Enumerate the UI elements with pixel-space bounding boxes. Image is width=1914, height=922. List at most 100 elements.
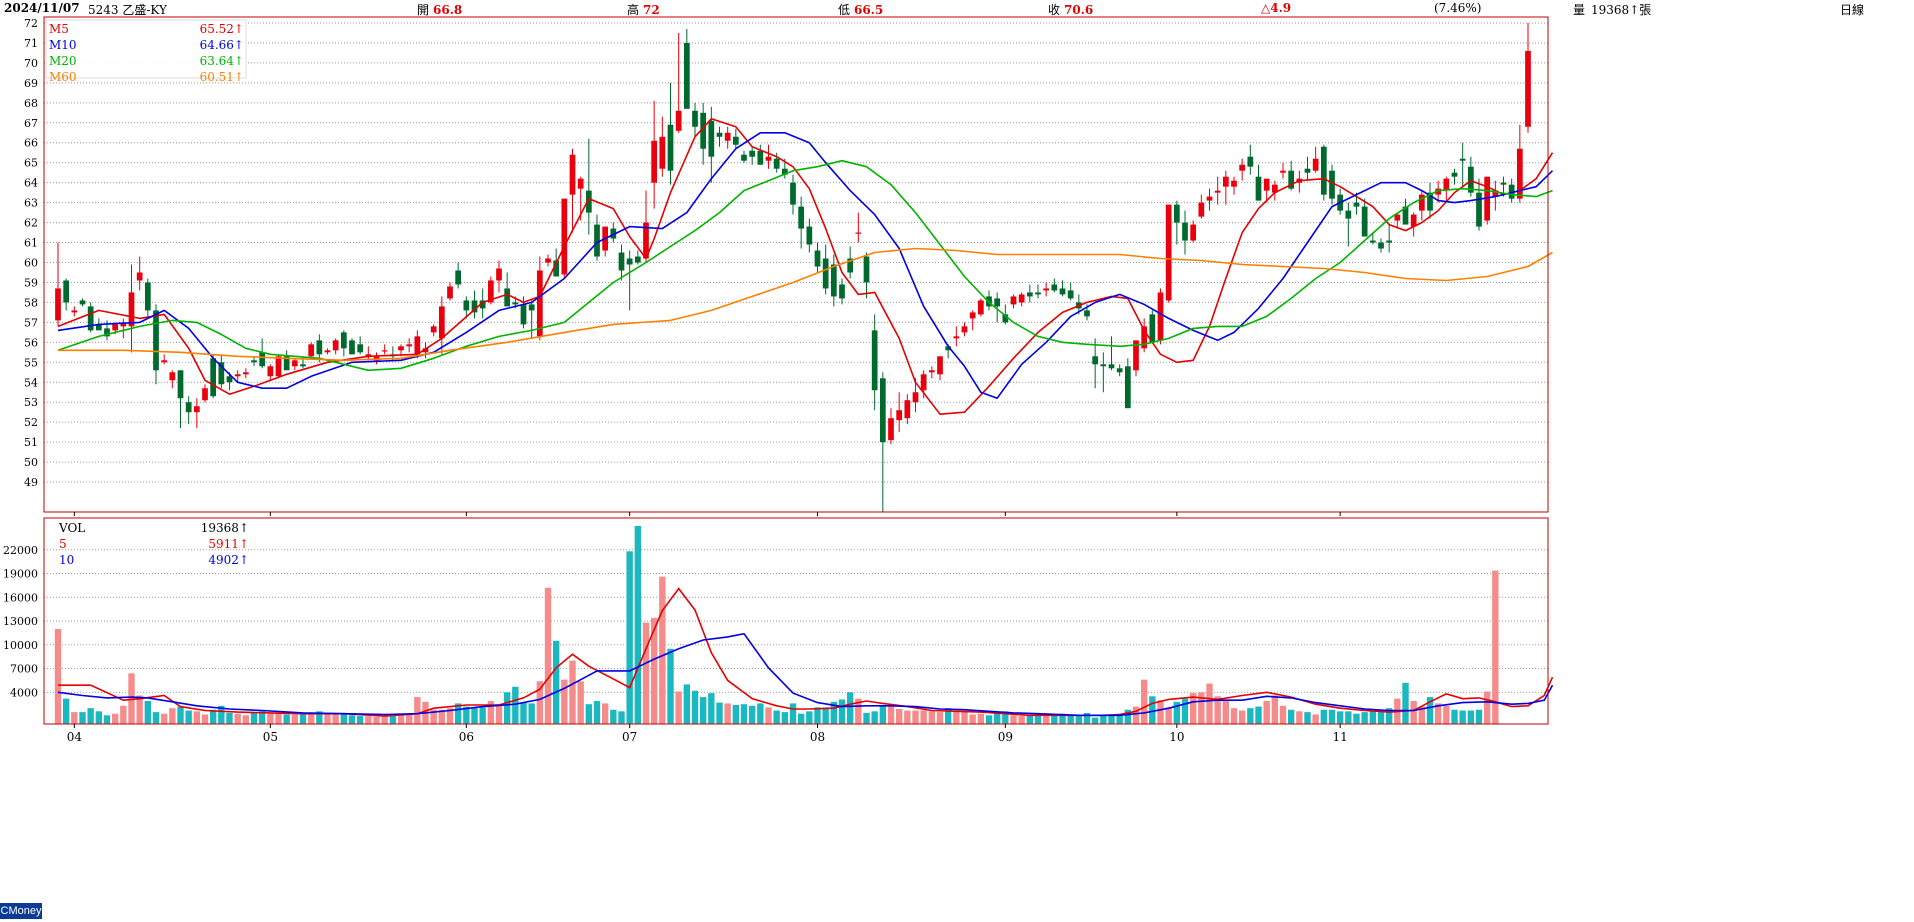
candle-body	[1451, 172, 1458, 177]
volume-bar	[1042, 715, 1050, 724]
volume-bar	[234, 713, 241, 724]
volume-bar	[1051, 715, 1058, 724]
volume-bar	[618, 711, 625, 724]
candle-body	[1190, 224, 1197, 241]
candle-body	[234, 374, 241, 377]
volume-bar	[773, 710, 780, 724]
candle-body	[242, 372, 249, 375]
price-tick-label: 55	[24, 356, 38, 369]
volume-bar	[1287, 709, 1295, 724]
candle-body	[1182, 222, 1188, 241]
volume-tick-label: 19000	[3, 568, 38, 581]
volume-tick-label: 22000	[3, 544, 38, 557]
price-tick-label: 52	[24, 416, 38, 429]
candle-body	[55, 288, 61, 321]
volume-bar	[479, 707, 486, 724]
candle-body	[1043, 288, 1050, 291]
volume-ma-lines	[57, 587, 1554, 717]
volume-bar	[1369, 710, 1377, 724]
volume-bar	[1279, 705, 1287, 724]
candle-body	[1116, 368, 1123, 373]
candle-body	[193, 406, 200, 413]
volume-bar	[977, 713, 985, 724]
candle-body	[732, 136, 739, 145]
volume-bar	[1345, 711, 1352, 724]
ma-legend-name: M20	[49, 54, 77, 68]
candle-body	[300, 364, 306, 367]
candle-body	[594, 224, 600, 257]
volume-bar	[1377, 711, 1385, 724]
volume-bar	[912, 710, 919, 724]
volume-bar	[969, 714, 976, 724]
candle-body	[63, 280, 70, 303]
candle-body	[1320, 146, 1327, 195]
price-tick-label: 72	[24, 17, 38, 30]
volume-bar	[806, 711, 813, 724]
candle-body	[904, 400, 911, 419]
candle-body	[332, 340, 339, 351]
volume-ma5-line	[58, 587, 1554, 717]
candle-body	[316, 340, 323, 355]
candle-body	[1124, 366, 1131, 409]
price-tick-label: 54	[24, 376, 38, 389]
volume-bar	[1165, 707, 1172, 724]
candle-body	[1525, 50, 1531, 127]
volume-bar	[781, 712, 789, 724]
ma-legend-value: 65.52↑	[200, 22, 244, 36]
volume-legend-value: 5911↑	[208, 537, 249, 551]
volume-bar	[275, 712, 282, 724]
candle-body	[308, 344, 315, 357]
volume-bar	[1132, 706, 1140, 724]
volume-bar	[814, 707, 821, 724]
volume-bar	[1034, 716, 1042, 724]
month-label: 08	[810, 730, 825, 744]
volume-bar	[634, 526, 642, 724]
price-tick-label: 66	[24, 137, 38, 150]
candle-body	[1312, 158, 1319, 171]
candle-body	[1280, 170, 1286, 173]
ma-legend-name: M60	[49, 70, 77, 84]
volume-bar	[1222, 701, 1230, 724]
candle-body	[545, 258, 551, 263]
volume-bar	[1018, 716, 1025, 724]
candle-body	[455, 270, 462, 285]
candle-body	[749, 150, 756, 157]
volume-bar	[1451, 709, 1458, 724]
price-tick-label: 71	[24, 37, 38, 50]
volume-bar	[691, 690, 699, 724]
candle-body	[169, 372, 176, 381]
volume-bar	[169, 708, 176, 724]
volume-bar	[1140, 679, 1148, 724]
candle-body	[675, 110, 682, 131]
candle-body	[830, 264, 837, 297]
volume-bar	[267, 713, 274, 724]
ma-legend-name: M10	[49, 38, 77, 52]
volume-bar	[1410, 701, 1417, 724]
price-tick-label: 51	[24, 436, 38, 449]
candle-body	[1500, 182, 1507, 185]
price-tick-label: 62	[24, 217, 38, 230]
candle-body	[724, 132, 731, 141]
volume-bar	[340, 714, 348, 724]
volume-bar	[512, 686, 519, 724]
volume-bar	[904, 710, 911, 724]
stock-chart: 49 50 51 52 53 54 55 56 57 58 59 60 61 62 63 64 65 66 67 68…	[3, 16, 1554, 744]
candle-body	[381, 350, 388, 352]
volume-bar	[397, 714, 405, 724]
candle-body	[798, 206, 805, 229]
candle-body	[1476, 192, 1482, 227]
volume-bar	[332, 712, 339, 724]
candle-body	[977, 300, 984, 315]
candle-body	[839, 284, 845, 299]
volume-bar	[675, 691, 682, 724]
volume-bar	[111, 713, 119, 724]
candle-body	[1443, 178, 1450, 191]
volume-bar	[879, 705, 887, 724]
volume-legend-name: VOL	[58, 521, 85, 535]
volume-bar	[846, 692, 854, 724]
candle-body	[357, 344, 364, 353]
volume-bar	[120, 705, 127, 724]
price-tick-label: 67	[24, 117, 38, 130]
volume-bar	[552, 640, 560, 724]
volume-bar	[1010, 715, 1017, 724]
